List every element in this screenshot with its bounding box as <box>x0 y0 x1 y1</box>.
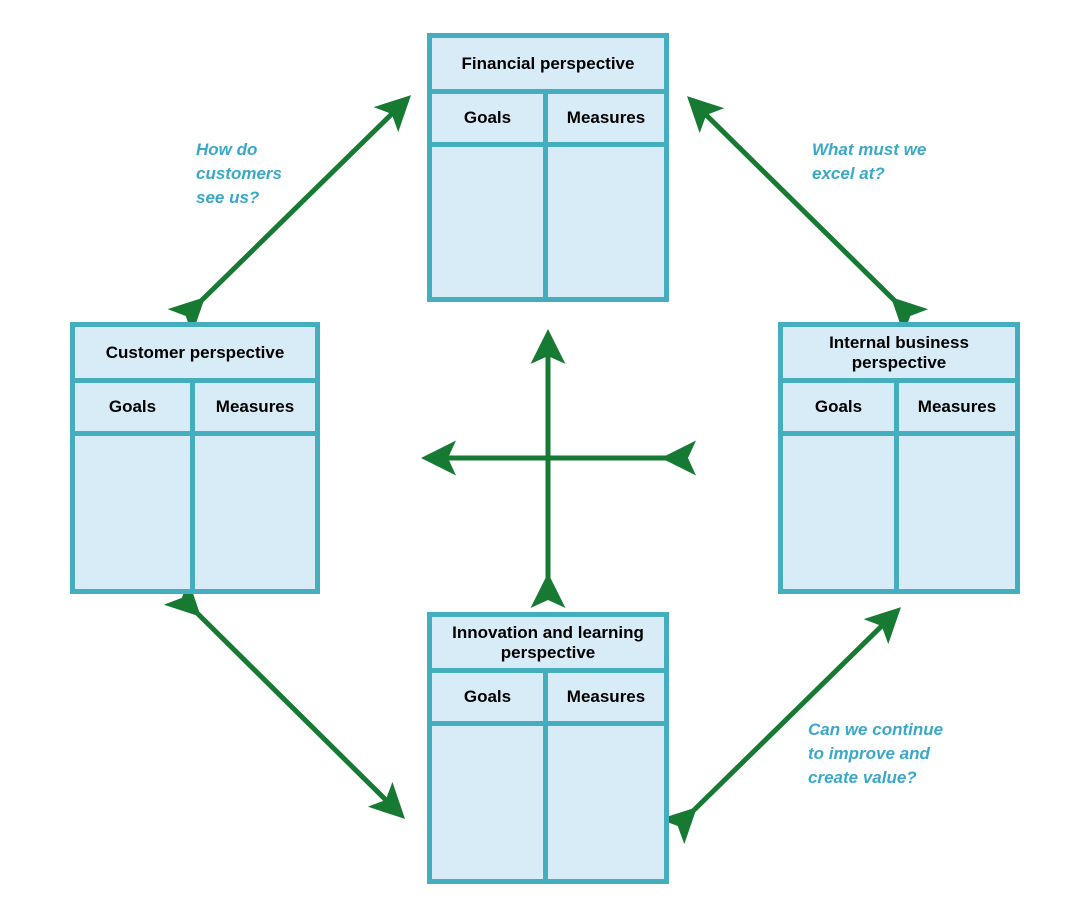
customer-measures-cell[interactable] <box>195 436 315 589</box>
financial-body-row <box>432 147 664 297</box>
innovation-body-row <box>432 726 664 879</box>
customer-measures-header: Measures <box>195 383 315 431</box>
innovation-learning-perspective-title: Innovation and learning perspective <box>432 617 664 673</box>
customer-goals-header: Goals <box>75 383 195 431</box>
innovation-column-headers: Goals Measures <box>432 673 664 726</box>
internal-goals-header: Goals <box>783 383 899 431</box>
innovation-goals-cell[interactable] <box>432 726 548 879</box>
financial-perspective-title: Financial perspective <box>432 38 664 94</box>
annotation-innovation-question: Can we continue to improve and create va… <box>808 720 944 788</box>
internal-body-row <box>783 436 1015 589</box>
customer-goals-cell[interactable] <box>75 436 195 589</box>
financial-measures-header: Measures <box>548 94 664 142</box>
balanced-scorecard-diagram: Financial perspective Goals Measures Cus… <box>0 0 1083 923</box>
annotation-internal-question: What must we excel at? <box>812 140 927 184</box>
customer-perspective-title: Customer perspective <box>75 327 315 383</box>
financial-goals-cell[interactable] <box>432 147 548 297</box>
annotation-customer-question: How do customers see us? <box>196 140 282 208</box>
innovation-measures-header: Measures <box>548 673 664 721</box>
internal-measures-cell[interactable] <box>899 436 1015 589</box>
customer-body-row <box>75 436 315 589</box>
arrow-financial-internal <box>687 96 929 335</box>
internal-business-perspective-title: Internal business perspective <box>783 327 1015 383</box>
financial-measures-cell[interactable] <box>548 147 664 297</box>
internal-measures-header: Measures <box>899 383 1015 431</box>
customer-column-headers: Goals Measures <box>75 383 315 436</box>
arrow-customer-innovation <box>163 579 405 819</box>
internal-business-perspective-box[interactable]: Internal business perspective Goals Meas… <box>778 322 1020 594</box>
internal-column-headers: Goals Measures <box>783 383 1015 436</box>
internal-goals-cell[interactable] <box>783 436 899 589</box>
innovation-measures-cell[interactable] <box>548 726 664 879</box>
customer-perspective-box[interactable]: Customer perspective Goals Measures <box>70 322 320 594</box>
financial-perspective-box[interactable]: Financial perspective Goals Measures <box>427 33 669 302</box>
innovation-learning-perspective-box[interactable]: Innovation and learning perspective Goal… <box>427 612 669 884</box>
financial-goals-header: Goals <box>432 94 548 142</box>
innovation-goals-header: Goals <box>432 673 548 721</box>
financial-column-headers: Goals Measures <box>432 94 664 147</box>
